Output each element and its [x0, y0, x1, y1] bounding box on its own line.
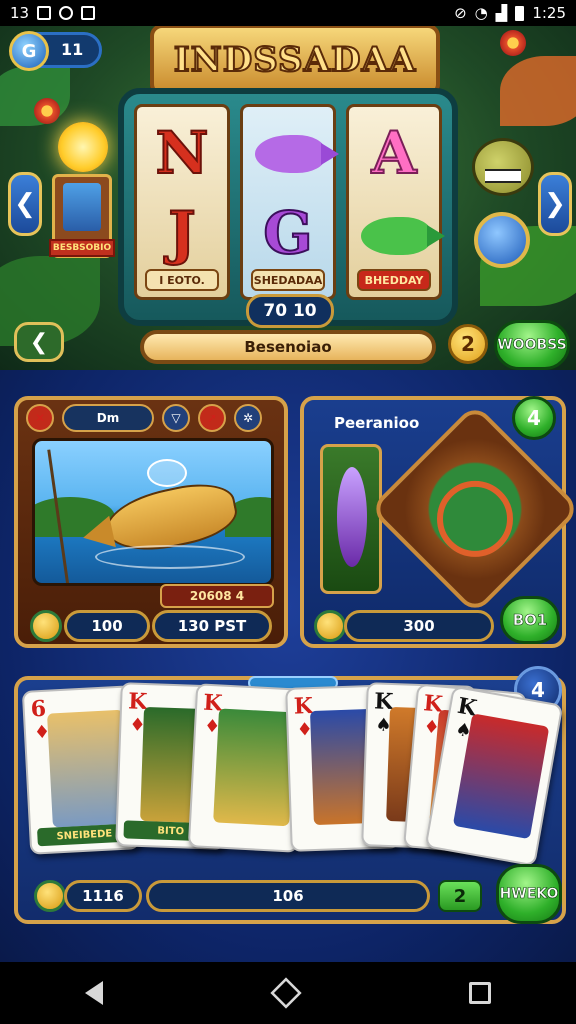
reel-symbol: N — [154, 118, 209, 188]
reel-label: SHEDADAA — [251, 269, 325, 291]
cards-left-value: 1116 — [64, 880, 142, 912]
chevron-left-icon: ❮ — [29, 329, 49, 355]
blue-orb-icon[interactable] — [474, 212, 530, 268]
fishing-scene-image — [32, 438, 274, 586]
settings-tab-icon[interactable]: ✲ — [234, 404, 262, 432]
game-title: INDSSADAA — [173, 39, 417, 81]
purple-fish-symbol — [255, 135, 339, 173]
jungle-leaf-decoration — [500, 56, 576, 126]
next-arrow-button[interactable]: ❯ — [538, 172, 572, 236]
coin-icon — [314, 610, 346, 642]
peranioo-value: 300 — [344, 610, 494, 642]
previous-arrow-button[interactable]: ❮ — [8, 172, 42, 236]
sun-bonus-icon[interactable] — [58, 122, 108, 172]
filter-tab-icon[interactable]: ▽ — [162, 404, 190, 432]
currency-badge[interactable]: G 11 — [9, 31, 102, 71]
count-badge: 4 — [512, 396, 556, 440]
panel-tabs: ✕ Dm ▽ ➚ ✲ — [26, 404, 262, 434]
portrait-label: BESBSOBIO — [49, 239, 115, 257]
signal-icon: ▟ — [495, 4, 508, 22]
card-game-panel[interactable]: 4 6 ♦ SNEIBEDE K ♦ BITO K ♦ K ♦ K ♠ K ♦ … — [14, 666, 566, 924]
close-tab-icon[interactable]: ✕ — [26, 404, 54, 432]
system-navigation-bar — [0, 962, 576, 1024]
cards-play-button[interactable]: HWEKO — [496, 864, 562, 924]
slot-machine-area: G 11 INDSSADAA ❮ ❯ BESBSOBIO N J I EOTO.… — [0, 26, 576, 370]
game-title-banner: INDSSADAA — [150, 26, 440, 96]
currency-value: 11 — [61, 40, 84, 59]
shield-notification-icon — [81, 6, 96, 20]
status-time: 1:25 — [532, 4, 566, 22]
play-button[interactable]: BO1 — [500, 596, 560, 644]
battery-icon — [515, 5, 525, 21]
flower-decoration — [500, 30, 526, 56]
flower-decoration — [34, 98, 60, 124]
water-ripple — [95, 545, 245, 569]
coin-icon — [30, 610, 62, 642]
no-signal-icon: ⊘ — [454, 4, 467, 22]
reel-symbol: G — [262, 198, 314, 268]
card-rank: 6 — [30, 695, 47, 723]
fishing-right-value[interactable]: 130 PST — [152, 610, 272, 642]
status-right: ⊘ ◔ ▟ 1:25 — [454, 4, 566, 22]
cards-mid-value: 106 — [146, 880, 430, 912]
image-notification-icon — [37, 6, 52, 20]
bet-amount-display: 70 10 — [246, 294, 334, 328]
peranioo-game-panel[interactable]: Peeranioo 4 300 BO1 — [300, 396, 576, 648]
panel-title: Peeranioo — [334, 414, 420, 432]
cards-count-badge[interactable]: 2 — [438, 880, 482, 912]
reel-symbol: J — [167, 198, 196, 268]
reel-symbol: A — [370, 118, 417, 188]
chevron-right-icon: ❯ — [544, 189, 566, 219]
reel-3: A BHEDDAY — [346, 104, 445, 300]
recent-apps-icon[interactable] — [469, 982, 491, 1004]
status-text: 13 — [10, 4, 30, 22]
chevron-left-icon: ❮ — [14, 189, 36, 219]
game-screen: 13 ⊘ ◔ ▟ 1:25 G 11 INDSSADAA ❮ ❯ BESBSOB… — [0, 0, 576, 1024]
reel-label: BHEDDAY — [357, 269, 431, 291]
coin-icon — [34, 880, 66, 912]
status-bar: 13 ⊘ ◔ ▟ 1:25 — [0, 0, 576, 26]
spin-button[interactable]: WOOBSS — [494, 320, 570, 370]
fishing-left-value: 100 — [64, 610, 150, 642]
wifi-icon: ◔ — [474, 4, 488, 22]
reel-label: I EOTO. — [145, 269, 219, 291]
status-left: 13 — [10, 4, 96, 22]
games-panel-area: ✕ Dm ▽ ➚ ✲ 20608 4 100 130 PST Peeranioo — [0, 370, 576, 962]
green-fish-symbol — [361, 217, 445, 255]
character-portrait[interactable]: BESBSOBIO — [49, 174, 115, 258]
home-icon[interactable] — [270, 977, 302, 1009]
tab-dm[interactable]: Dm — [62, 404, 154, 432]
avatar — [63, 183, 101, 231]
back-button[interactable]: ❮ — [14, 322, 64, 362]
fishing-game-panel[interactable]: ✕ Dm ▽ ➚ ✲ 20608 4 100 130 PST — [14, 396, 288, 648]
slot-machine-frame: N J I EOTO. G SHEDADAA A BHEDDAY — [118, 88, 458, 326]
player-name-bar[interactable]: Besenoiao — [140, 330, 436, 364]
fish-monster-icon[interactable] — [472, 138, 534, 196]
level-coin[interactable]: 2 — [448, 324, 488, 364]
scene-label: 20608 4 — [160, 584, 274, 608]
card-art — [213, 708, 295, 827]
gem-coin-icon: G — [9, 31, 49, 71]
reel-1: N J I EOTO. — [134, 104, 230, 300]
reel-2: G SHEDADAA — [240, 104, 339, 300]
plant-card-image — [320, 444, 382, 594]
back-icon[interactable] — [85, 981, 103, 1005]
bubble-decoration — [147, 459, 187, 487]
rocket-tab-icon[interactable]: ➚ — [198, 404, 226, 432]
app-notification-icon — [59, 6, 74, 20]
